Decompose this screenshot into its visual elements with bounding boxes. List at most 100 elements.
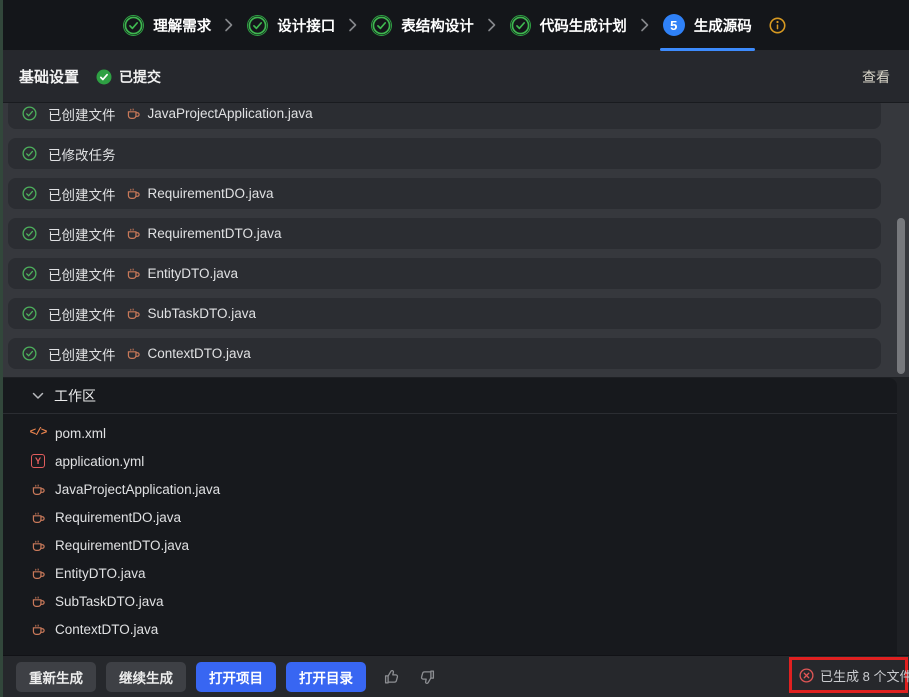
generated-files-status-highlight: 已生成 8 个文件 <box>789 657 908 693</box>
info-icon[interactable] <box>769 17 786 34</box>
workspace-file[interactable]: SubTaskDTO.java <box>0 587 897 615</box>
workspace-file-list: </> pom.xml Y application.yml JavaProjec… <box>0 414 897 643</box>
workspace-title: 工作区 <box>54 386 96 406</box>
task-check-icon <box>22 186 37 201</box>
task-list: 已创建文件 JavaProjectApplication.java 已修改任务 … <box>0 103 909 377</box>
workspace-file[interactable]: </> pom.xml <box>0 419 897 447</box>
task-status: 已创建文件 <box>48 104 116 124</box>
file-name: pom.xml <box>55 426 106 441</box>
task-status: 已创建文件 <box>48 184 116 204</box>
task-status: 已修改任务 <box>48 144 116 164</box>
task-card[interactable]: 已创建文件 RequirementDO.java <box>8 178 881 209</box>
step-label: 表结构设计 <box>401 15 474 36</box>
task-status: 已创建文件 <box>48 224 116 244</box>
java-icon <box>30 538 46 553</box>
workspace-file[interactable]: RequirementDTO.java <box>0 531 897 559</box>
step-codegen-plan[interactable]: 代码生成计划 <box>510 0 627 51</box>
task-status: 已创建文件 <box>48 264 116 284</box>
task-filename: EntityDTO.java <box>148 266 239 281</box>
workspace-file[interactable]: EntityDTO.java <box>0 559 897 587</box>
step-done-check-icon <box>510 15 531 36</box>
task-check-icon <box>22 146 37 161</box>
task-check-icon <box>22 306 37 321</box>
file-name: ContextDTO.java <box>55 622 158 637</box>
file-name: JavaProjectApplication.java <box>55 482 220 497</box>
file-name: RequirementDTO.java <box>55 538 189 553</box>
step-done-check-icon <box>247 15 268 36</box>
stepper-bar: 理解需求 设计接口 表结构设计 代码生成计划 5 生成源码 <box>0 0 909 51</box>
settings-bar: 基础设置 已提交 查看 <box>0 51 909 103</box>
workspace-file[interactable]: ContextDTO.java <box>0 615 897 643</box>
submitted-label: 已提交 <box>119 67 161 87</box>
close-circle-icon[interactable] <box>799 668 814 683</box>
task-card[interactable]: 已修改任务 <box>8 138 881 169</box>
view-link[interactable]: 查看 <box>862 67 890 87</box>
regenerate-button[interactable]: 重新生成 <box>16 662 96 692</box>
task-check-icon <box>22 346 37 361</box>
file-name: SubTaskDTO.java <box>55 594 164 609</box>
task-card[interactable]: 已创建文件 RequirementDTO.java <box>8 218 881 249</box>
step-label: 设计接口 <box>277 15 335 36</box>
java-icon <box>126 106 141 121</box>
step-number-badge: 5 <box>663 14 685 36</box>
task-card[interactable]: 已创建文件 EntityDTO.java <box>8 258 881 289</box>
task-status: 已创建文件 <box>48 304 116 324</box>
task-check-icon <box>22 106 37 121</box>
settings-title: 基础设置 <box>19 66 79 87</box>
step-done-check-icon <box>123 15 144 36</box>
java-icon <box>30 622 46 637</box>
java-icon <box>30 482 46 497</box>
workspace-header[interactable]: 工作区 <box>0 378 897 414</box>
file-name: application.yml <box>55 454 144 469</box>
step-design-api[interactable]: 设计接口 <box>247 0 335 51</box>
workspace-file[interactable]: RequirementDO.java <box>0 503 897 531</box>
task-card[interactable]: 已创建文件 ContextDTO.java <box>8 338 881 369</box>
submitted-check-icon <box>96 69 112 85</box>
task-filename: SubTaskDTO.java <box>148 306 257 321</box>
workspace-file[interactable]: JavaProjectApplication.java <box>0 475 897 503</box>
thumbs-up-icon[interactable] <box>383 668 401 686</box>
workspace-panel: 工作区 </> pom.xml Y application.yml JavaPr… <box>0 378 897 656</box>
file-name: RequirementDO.java <box>55 510 181 525</box>
task-card[interactable]: 已创建文件 SubTaskDTO.java <box>8 298 881 329</box>
step-generate-source-active[interactable]: 5 生成源码 <box>663 0 752 51</box>
java-icon <box>126 226 141 241</box>
chevron-down-icon <box>32 392 44 400</box>
java-icon <box>126 266 141 281</box>
file-name: EntityDTO.java <box>55 566 146 581</box>
java-icon <box>126 306 141 321</box>
task-card[interactable]: 已创建文件 JavaProjectApplication.java <box>8 103 881 129</box>
step-table-design[interactable]: 表结构设计 <box>371 0 474 51</box>
task-status: 已创建文件 <box>48 344 116 364</box>
generated-files-status: 已生成 8 个文件 <box>820 666 909 685</box>
xml-icon: </> <box>30 427 46 439</box>
task-filename: JavaProjectApplication.java <box>148 106 313 121</box>
submitted-status: 已提交 <box>96 67 161 87</box>
chevron-right-icon <box>224 17 234 33</box>
step-understand-requirements[interactable]: 理解需求 <box>123 0 211 51</box>
task-check-icon <box>22 266 37 281</box>
open-directory-button[interactable]: 打开目录 <box>286 662 366 692</box>
java-icon <box>30 594 46 609</box>
window-edge-strip <box>0 0 3 697</box>
open-project-button[interactable]: 打开项目 <box>196 662 276 692</box>
step-label: 生成源码 <box>694 15 752 36</box>
task-filename: ContextDTO.java <box>148 346 251 361</box>
chevron-right-icon <box>640 17 650 33</box>
chevron-right-icon <box>348 17 358 33</box>
yaml-icon: Y <box>31 454 45 468</box>
task-filename: RequirementDO.java <box>148 186 274 201</box>
thumbs-down-icon[interactable] <box>418 668 436 686</box>
step-label: 代码生成计划 <box>540 15 627 36</box>
task-filename: RequirementDTO.java <box>148 226 282 241</box>
footer-toolbar: 重新生成 继续生成 打开项目 打开目录 <box>0 655 909 697</box>
workspace-file[interactable]: Y application.yml <box>0 447 897 475</box>
java-icon <box>30 566 46 581</box>
step-label: 理解需求 <box>153 15 211 36</box>
java-icon <box>126 346 141 361</box>
java-icon <box>126 186 141 201</box>
task-list-inner: 已创建文件 JavaProjectApplication.java 已修改任务 … <box>8 103 881 369</box>
step-done-check-icon <box>371 15 392 36</box>
continue-generate-button[interactable]: 继续生成 <box>106 662 186 692</box>
scrollbar-thumb[interactable] <box>897 218 905 374</box>
